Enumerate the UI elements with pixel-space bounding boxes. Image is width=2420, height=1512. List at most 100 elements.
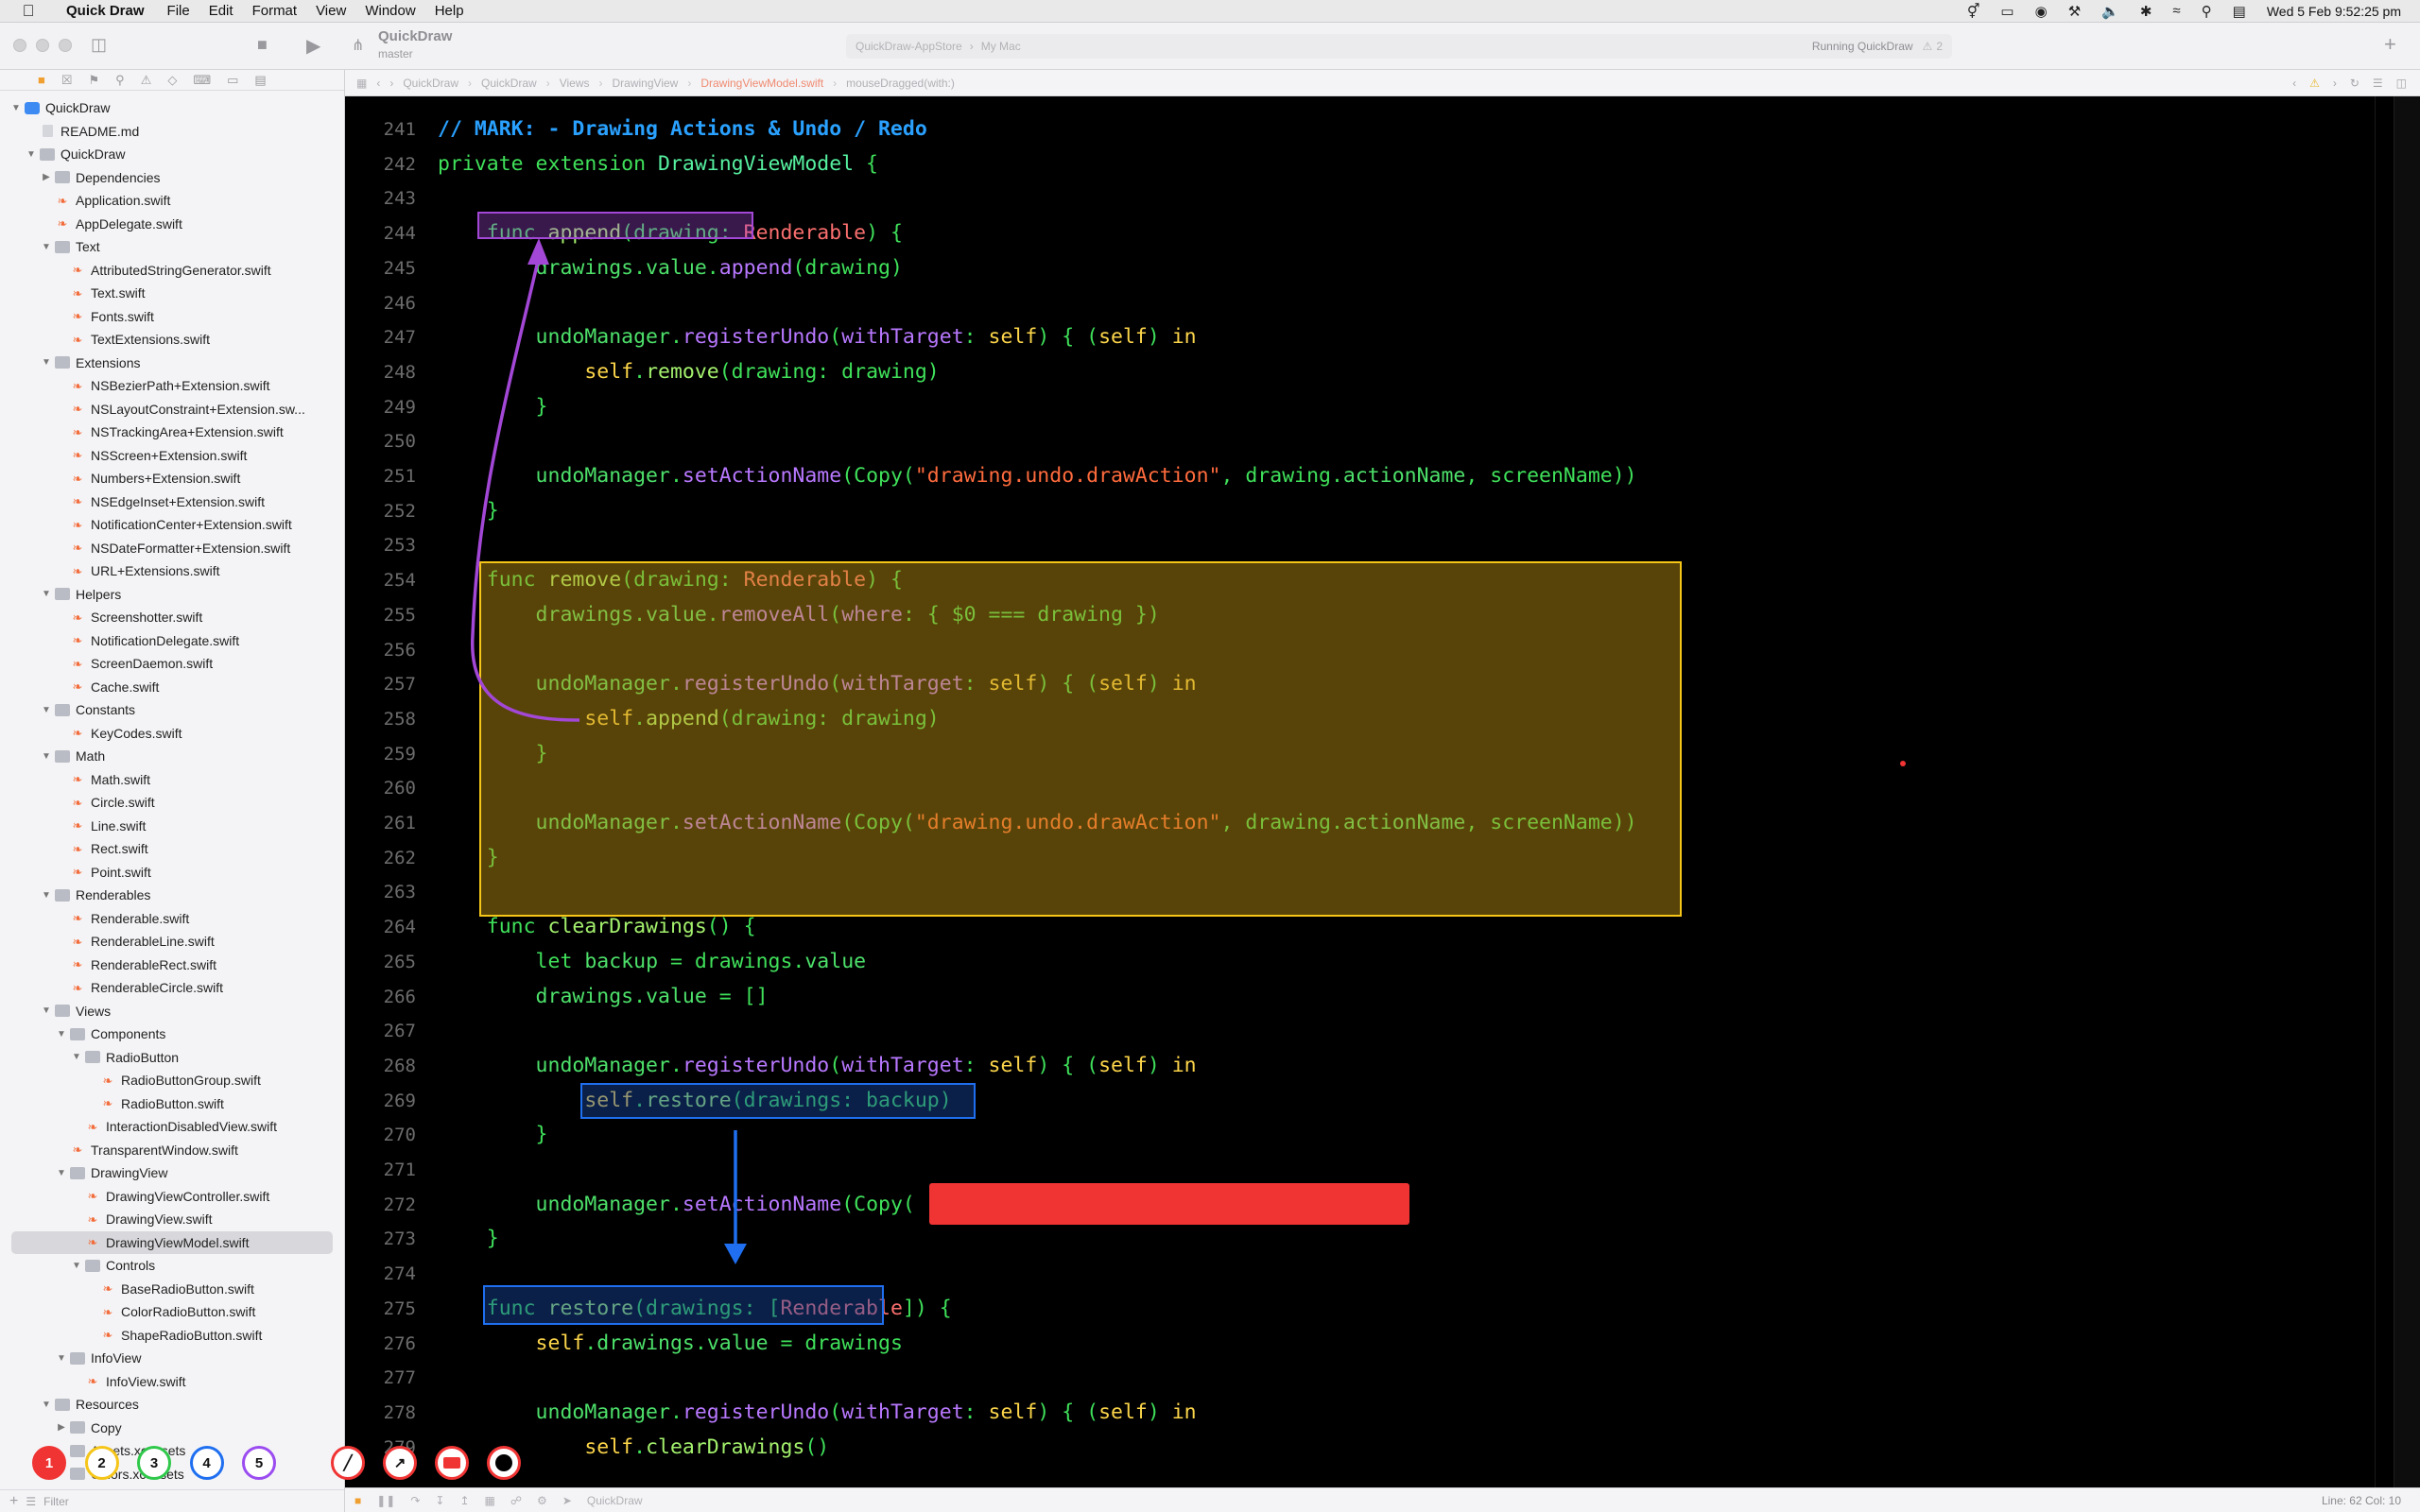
code-line[interactable]: self.remove(drawing: drawing) [438, 360, 939, 384]
activity-view[interactable]: QuickDraw-AppStore › My Mac Running Quic… [846, 34, 1952, 59]
code-line[interactable]: self.drawings.value = drawings [438, 1332, 903, 1355]
file-item[interactable]: ❧ ColorRadioButton.swift [0, 1300, 256, 1323]
code-line[interactable]: undoManager.setActionName(Copy("drawing.… [438, 464, 1637, 488]
pause-icon[interactable]: ❚❚ [376, 1494, 395, 1507]
file-item[interactable]: ❧ InteractionDisabledView.swift [0, 1115, 278, 1138]
add-file-icon[interactable]: + [9, 1493, 18, 1510]
file-item[interactable]: ❧ Rect.swift [0, 837, 148, 860]
split-editor-icon[interactable]: ◫ [2396, 77, 2407, 90]
code-line[interactable]: } [438, 1227, 499, 1250]
view-hierarchy-icon[interactable]: ▦ [485, 1494, 495, 1507]
code-line[interactable]: let backup = drawings.value [438, 950, 867, 973]
file-item[interactable]: ❧ RenderableRect.swift [0, 954, 217, 976]
chevron-down-icon[interactable]: ▼ [40, 705, 53, 715]
circle-tool-button[interactable] [487, 1446, 521, 1480]
spotlight-icon[interactable]: ⚲ [2202, 3, 2212, 20]
file-item[interactable]: README.md [0, 120, 139, 143]
menu-help[interactable]: Help [425, 3, 474, 19]
chevron-down-icon[interactable]: ▼ [40, 890, 53, 901]
file-item[interactable]: ❧ InfoView.swift [0, 1370, 186, 1393]
file-item[interactable]: ❧ NotificationDelegate.swift [0, 629, 240, 652]
folder-item[interactable]: ▼ Components [0, 1022, 165, 1045]
chevron-down-icon[interactable]: ▼ [40, 1400, 53, 1410]
folder-item[interactable]: ▼ Resources [0, 1393, 139, 1416]
find-icon[interactable]: ⚲ [115, 73, 125, 88]
step-into-icon[interactable]: ↧ [435, 1494, 444, 1507]
menu-app[interactable]: Quick Draw [57, 3, 158, 19]
folder-item[interactable]: ▶ Copy [0, 1417, 122, 1439]
minimize-window-button[interactable] [36, 39, 49, 52]
volume-icon[interactable]: 🔈 [2101, 3, 2119, 20]
warning-count[interactable]: 2 [1936, 40, 1943, 53]
file-item[interactable]: ❧ Circle.swift [0, 791, 155, 814]
file-item[interactable]: ❧ NSBezierPath+Extension.swift [0, 374, 270, 397]
zoom-window-button[interactable] [59, 39, 72, 52]
code-line[interactable]: undoManager.registerUndo(withTarget: sel… [438, 1400, 1197, 1424]
close-window-button[interactable] [13, 39, 26, 52]
folder-item[interactable]: ▼ QuickDraw [0, 143, 125, 165]
file-item[interactable]: ❧ Renderable.swift [0, 907, 190, 930]
menu-window[interactable]: Window [355, 3, 424, 19]
chevron-down-icon[interactable]: ▼ [70, 1052, 83, 1062]
file-item[interactable]: ❧ TextExtensions.swift [0, 328, 211, 351]
environment-icon[interactable]: ⚙ [537, 1494, 547, 1507]
menu-file[interactable]: File [158, 3, 199, 19]
menu-format[interactable]: Format [243, 3, 307, 19]
code-line[interactable]: drawings.value.append(drawing) [438, 256, 903, 280]
test-icon[interactable]: ◇ [167, 73, 177, 88]
back-icon[interactable]: ‹ [376, 77, 380, 90]
chevron-down-icon[interactable]: ▼ [40, 589, 53, 599]
chevron-down-icon[interactable]: ▼ [40, 751, 53, 762]
step-over-icon[interactable]: ↷ [410, 1494, 420, 1507]
file-item[interactable]: ❧ Screenshotter.swift [0, 606, 203, 628]
file-item[interactable]: ❧ KeyCodes.swift [0, 722, 182, 745]
code-line[interactable]: } [438, 395, 548, 419]
folder-icon[interactable]: ■ [38, 73, 45, 87]
folder-item[interactable]: ▼ Constants [0, 698, 135, 721]
file-item[interactable]: ❧ RenderableLine.swift [0, 930, 215, 953]
screen-mirror-icon[interactable]: ▭ [2000, 3, 2014, 20]
breadcrumb-4[interactable]: DrawingViewModel.swift [700, 77, 823, 90]
file-item[interactable]: ❧ AttributedStringGenerator.swift [0, 259, 271, 282]
code-line[interactable]: undoManager.registerUndo(withTarget: sel… [438, 325, 1197, 349]
issue-icon[interactable]: ⚠ [141, 73, 152, 88]
file-item[interactable]: ❧ Line.swift [0, 815, 147, 837]
number-tool-button[interactable]: 2 [84, 1446, 119, 1480]
chevron-right-icon[interactable]: ▶ [55, 1422, 68, 1433]
folder-item[interactable]: ▼ Text [0, 235, 100, 258]
file-item[interactable]: ❧ BaseRadioButton.swift [0, 1278, 254, 1300]
rect-tool-button[interactable] [435, 1446, 469, 1480]
source-control-icon[interactable]: ☒ [61, 73, 73, 88]
bookmark-icon[interactable]: ⚑ [89, 73, 100, 88]
file-item[interactable]: ❧ NSScreen+Extension.swift [0, 444, 248, 467]
stop-icon[interactable]: ■ [257, 35, 268, 55]
menu-edit[interactable]: Edit [199, 3, 243, 19]
code-line[interactable]: } [438, 1123, 548, 1146]
sidebar-toggle-icon[interactable]: ◫ [91, 35, 107, 55]
breakpoint-icon[interactable]: ▭ [227, 73, 238, 88]
number-tool-button[interactable]: 3 [137, 1446, 171, 1480]
debug-target[interactable]: QuickDraw [587, 1494, 643, 1507]
chevron-down-icon[interactable]: ▼ [25, 149, 38, 160]
breadcrumb-1[interactable]: QuickDraw [481, 77, 537, 90]
file-item[interactable]: ❧ URL+Extensions.swift [0, 559, 220, 582]
control-center-icon[interactable]: ▤ [2233, 3, 2246, 20]
folder-item[interactable]: ▼ Renderables [0, 884, 150, 906]
scheme-selector[interactable]: QuickDraw-AppStore [856, 40, 962, 53]
breadcrumb-2[interactable]: Views [560, 77, 590, 90]
chevron-down-icon[interactable]: ▼ [40, 242, 53, 252]
report-icon[interactable]: ▤ [254, 73, 266, 88]
bluetooth-icon[interactable]: ✱ [2140, 3, 2152, 20]
file-item[interactable]: ❧ ShapeRadioButton.swift [0, 1324, 263, 1347]
prev-issue-icon[interactable]: ‹ [2292, 77, 2296, 90]
number-tool-button[interactable]: 1 [32, 1446, 66, 1480]
destination-selector[interactable]: My Mac [981, 40, 1021, 53]
wifi-icon[interactable]: ≈ [2172, 3, 2180, 19]
next-issue-icon[interactable]: › [2333, 77, 2337, 90]
run-icon[interactable]: ▶ [306, 34, 320, 58]
folder-item[interactable]: ▼ QuickDraw [0, 96, 110, 119]
source-editor[interactable]: 241 242 243 244 245 246 247 248 249 250 251 252 253 2… [345, 96, 2420, 1487]
file-item[interactable]: ❧ NotificationCenter+Extension.swift [0, 513, 292, 536]
file-item[interactable]: ❧ RadioButtonGroup.swift [0, 1069, 261, 1091]
clock[interactable]: Wed 5 Feb 9:52:25 pm [2267, 4, 2401, 19]
